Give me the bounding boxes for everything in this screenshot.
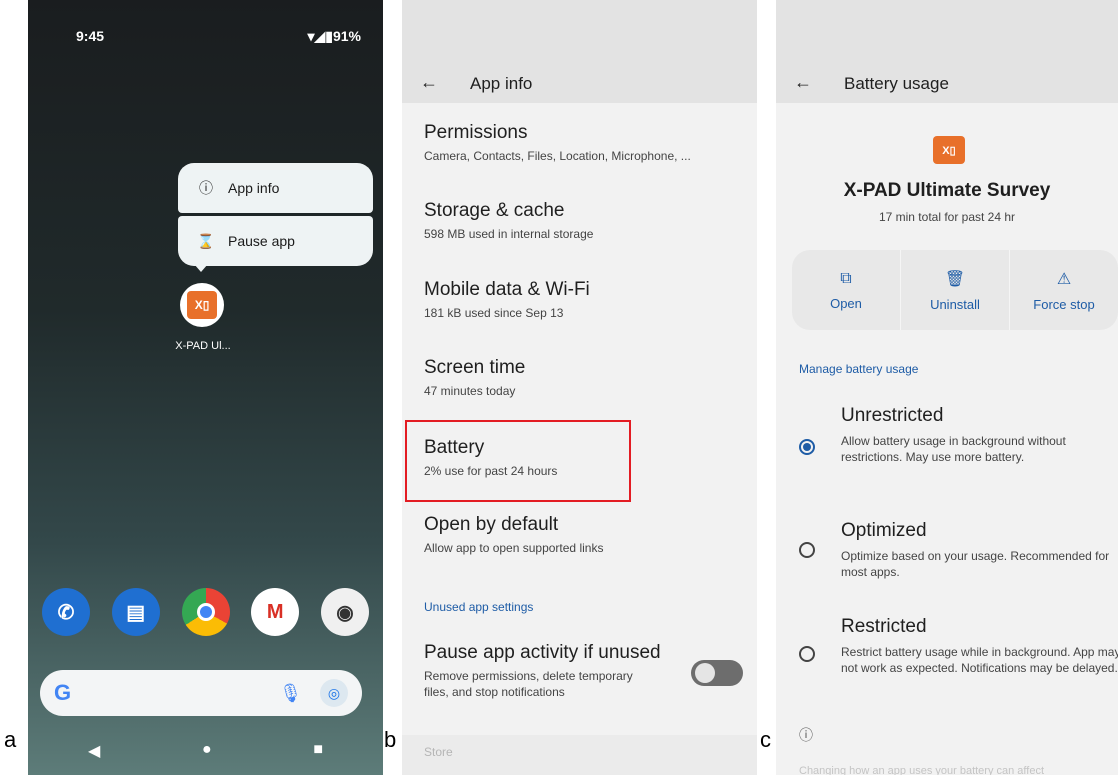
radio-button[interactable] bbox=[799, 646, 815, 662]
permissions-item[interactable]: Permissions Camera, Contacts, Files, Loc… bbox=[424, 122, 747, 163]
back-nav-icon[interactable]: ◀ bbox=[88, 741, 100, 761]
page-title: Battery usage bbox=[844, 74, 949, 93]
force-stop-label: Force stop bbox=[1033, 296, 1095, 312]
lens-icon[interactable]: ◎ bbox=[320, 679, 348, 707]
pause-activity-item[interactable]: Pause app activity if unused Remove perm… bbox=[424, 642, 677, 699]
force-stop-button[interactable]: ⚠ Force stop bbox=[1010, 250, 1118, 330]
item-title: Storage & cache bbox=[424, 200, 565, 221]
option-description: Restrict battery usage while in backgrou… bbox=[841, 645, 1118, 675]
info-icon: ⓘ bbox=[799, 727, 813, 743]
battery-usage-screen: ← Battery usage X▯ X-PAD Ultimate Survey… bbox=[776, 0, 1118, 775]
app-info-menu-item[interactable]: ⓘ App info bbox=[178, 163, 373, 213]
item-subtitle-2: files, and stop notifications bbox=[424, 685, 565, 699]
item-subtitle: Allow app to open supported links bbox=[424, 541, 604, 555]
xpad-app-icon[interactable]: X▯ bbox=[180, 283, 224, 327]
app-info-label: App info bbox=[228, 180, 280, 196]
item-subtitle: 598 MB used in internal storage bbox=[424, 227, 594, 241]
mobile-data-item[interactable]: Mobile data & Wi-Fi 181 kB used since Se… bbox=[424, 279, 747, 320]
panel-label-a: a bbox=[4, 727, 17, 752]
uninstall-label: Uninstall bbox=[930, 296, 980, 312]
item-subtitle: 181 kB used since Sep 13 bbox=[424, 306, 564, 320]
open-by-default-item[interactable]: Open by default Allow app to open suppor… bbox=[424, 514, 747, 555]
section-header: Manage battery usage bbox=[799, 362, 919, 376]
back-arrow-icon[interactable]: ← bbox=[794, 72, 812, 93]
panel-label-c: c bbox=[760, 727, 771, 752]
status-bar: 9:45 ▾◢▮91% bbox=[76, 28, 361, 45]
google-search-bar[interactable]: G 🎙 ◎ bbox=[40, 670, 362, 716]
footer-text: Changing how an app uses your battery ca… bbox=[799, 765, 1045, 775]
status-icons: ▾◢▮91% bbox=[307, 28, 361, 44]
app-info-screen: ← App info Permissions Camera, Contacts,… bbox=[402, 0, 757, 775]
pause-app-menu-item[interactable]: ⌛ Pause app bbox=[178, 216, 373, 266]
option-description: Allow battery usage in background withou… bbox=[841, 434, 1066, 464]
xpad-logo-icon: X▯ bbox=[933, 136, 965, 164]
section-header: Unused app settings bbox=[424, 600, 534, 614]
usage-summary: 17 min total for past 24 hr bbox=[878, 210, 1016, 224]
pause-activity-toggle[interactable] bbox=[691, 660, 743, 686]
toggle-knob bbox=[695, 663, 715, 683]
home-nav-icon[interactable]: ● bbox=[202, 741, 212, 761]
trash-icon: 🗑 bbox=[944, 270, 966, 288]
item-title: Mobile data & Wi-Fi bbox=[424, 279, 590, 300]
item-title: Pause app activity if unused bbox=[424, 642, 661, 663]
store-section: Store bbox=[402, 735, 757, 775]
microphone-icon[interactable]: 🎙 bbox=[279, 683, 302, 704]
item-title: Screen time bbox=[424, 357, 526, 378]
item-subtitle: Camera, Contacts, Files, Location, Micro… bbox=[424, 149, 691, 163]
panel-label-b: b bbox=[384, 727, 397, 752]
home-screen: 9:45 ▾◢▮91% ⓘ App info ⌛ Pause app X▯ X-… bbox=[28, 0, 383, 775]
radio-button[interactable] bbox=[799, 439, 815, 455]
pause-app-label: Pause app bbox=[228, 233, 295, 249]
option-title: Unrestricted bbox=[841, 405, 944, 426]
option-title: Optimized bbox=[841, 520, 927, 541]
open-icon: ⧉ bbox=[840, 269, 852, 287]
radio-button[interactable] bbox=[799, 542, 815, 558]
xpad-logo-icon: X▯ bbox=[187, 291, 217, 319]
back-arrow-icon[interactable]: ← bbox=[420, 72, 438, 93]
app-bar: ← Battery usage bbox=[776, 0, 1118, 103]
storage-item[interactable]: Storage & cache 598 MB used in internal … bbox=[424, 200, 747, 241]
info-icon: ⓘ bbox=[199, 180, 213, 196]
dock: ✆ ▤ M ◉ bbox=[42, 588, 369, 636]
clock: 9:45 bbox=[76, 28, 105, 44]
recents-nav-icon[interactable]: ■ bbox=[313, 741, 323, 761]
app-bar: ← App info bbox=[402, 0, 757, 103]
action-buttons: ⧉ Open 🗑 Uninstall ⚠ Force stop bbox=[792, 250, 1118, 330]
gmail-icon[interactable]: M bbox=[251, 588, 300, 636]
item-subtitle: 47 minutes today bbox=[424, 384, 516, 398]
item-title: Open by default bbox=[424, 514, 559, 535]
open-button[interactable]: ⧉ Open bbox=[792, 250, 901, 330]
messages-icon[interactable]: ▤ bbox=[111, 588, 160, 636]
page-title: App info bbox=[470, 74, 533, 93]
camera-icon[interactable]: ◉ bbox=[321, 588, 369, 636]
item-title: Permissions bbox=[424, 122, 528, 143]
store-label: Store bbox=[424, 745, 453, 759]
battery-highlight-box bbox=[405, 420, 631, 502]
option-description: Optimize based on your usage. Recommende… bbox=[841, 549, 1110, 579]
hourglass-icon: ⌛ bbox=[197, 232, 215, 249]
chrome-icon[interactable] bbox=[181, 588, 230, 636]
navigation-bar: ◀ ● ■ bbox=[88, 741, 323, 761]
app-name: X-PAD Ultimate Survey bbox=[843, 180, 1051, 201]
uninstall-button[interactable]: 🗑 Uninstall bbox=[901, 250, 1010, 330]
google-logo-icon: G bbox=[54, 680, 72, 705]
app-label: X-PAD Ul... bbox=[175, 340, 231, 352]
warning-icon: ⚠ bbox=[1056, 270, 1072, 288]
popup-tail bbox=[194, 264, 208, 272]
screen-time-item[interactable]: Screen time 47 minutes today bbox=[424, 357, 747, 398]
open-label: Open bbox=[830, 295, 862, 311]
option-title: Restricted bbox=[841, 616, 927, 637]
item-subtitle-1: Remove permissions, delete temporary bbox=[424, 669, 633, 683]
phone-icon[interactable]: ✆ bbox=[42, 588, 90, 636]
